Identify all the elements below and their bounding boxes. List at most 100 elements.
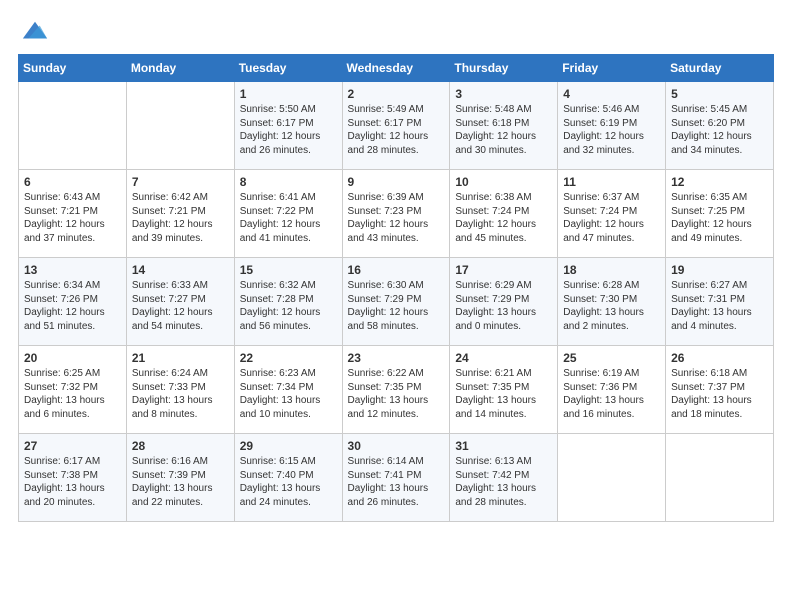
day-number: 10 (455, 174, 552, 190)
day-number: 5 (671, 86, 768, 102)
calendar-cell (558, 434, 666, 522)
day-number: 6 (24, 174, 121, 190)
day-number: 8 (240, 174, 337, 190)
day-number: 15 (240, 262, 337, 278)
calendar-cell: 15Sunrise: 6:32 AMSunset: 7:28 PMDayligh… (234, 258, 342, 346)
day-number: 26 (671, 350, 768, 366)
day-info: Sunrise: 6:39 AMSunset: 7:23 PMDaylight:… (348, 191, 445, 245)
calendar-cell: 2Sunrise: 5:49 AMSunset: 6:17 PMDaylight… (342, 82, 450, 170)
day-info: Sunrise: 5:46 AMSunset: 6:19 PMDaylight:… (563, 103, 660, 157)
calendar-cell (19, 82, 127, 170)
calendar-row-1: 1Sunrise: 5:50 AMSunset: 6:17 PMDaylight… (19, 82, 774, 170)
day-number: 12 (671, 174, 768, 190)
page: SundayMondayTuesdayWednesdayThursdayFrid… (0, 0, 792, 532)
calendar-table: SundayMondayTuesdayWednesdayThursdayFrid… (18, 54, 774, 522)
calendar-cell: 30Sunrise: 6:14 AMSunset: 7:41 PMDayligh… (342, 434, 450, 522)
weekday-header-saturday: Saturday (666, 55, 774, 82)
day-number: 30 (348, 438, 445, 454)
day-info: Sunrise: 6:22 AMSunset: 7:35 PMDaylight:… (348, 367, 445, 421)
day-info: Sunrise: 6:18 AMSunset: 7:37 PMDaylight:… (671, 367, 768, 421)
day-number: 14 (132, 262, 229, 278)
day-info: Sunrise: 6:43 AMSunset: 7:21 PMDaylight:… (24, 191, 121, 245)
weekday-header-tuesday: Tuesday (234, 55, 342, 82)
calendar-cell: 10Sunrise: 6:38 AMSunset: 7:24 PMDayligh… (450, 170, 558, 258)
day-info: Sunrise: 6:28 AMSunset: 7:30 PMDaylight:… (563, 279, 660, 333)
day-number: 28 (132, 438, 229, 454)
day-info: Sunrise: 5:50 AMSunset: 6:17 PMDaylight:… (240, 103, 337, 157)
calendar-cell: 12Sunrise: 6:35 AMSunset: 7:25 PMDayligh… (666, 170, 774, 258)
calendar-cell: 8Sunrise: 6:41 AMSunset: 7:22 PMDaylight… (234, 170, 342, 258)
day-info: Sunrise: 6:30 AMSunset: 7:29 PMDaylight:… (348, 279, 445, 333)
day-info: Sunrise: 6:29 AMSunset: 7:29 PMDaylight:… (455, 279, 552, 333)
calendar-cell: 31Sunrise: 6:13 AMSunset: 7:42 PMDayligh… (450, 434, 558, 522)
calendar-cell: 24Sunrise: 6:21 AMSunset: 7:35 PMDayligh… (450, 346, 558, 434)
day-number: 22 (240, 350, 337, 366)
day-info: Sunrise: 6:19 AMSunset: 7:36 PMDaylight:… (563, 367, 660, 421)
day-info: Sunrise: 6:14 AMSunset: 7:41 PMDaylight:… (348, 455, 445, 509)
calendar-cell: 18Sunrise: 6:28 AMSunset: 7:30 PMDayligh… (558, 258, 666, 346)
calendar-cell: 7Sunrise: 6:42 AMSunset: 7:21 PMDaylight… (126, 170, 234, 258)
calendar-cell: 14Sunrise: 6:33 AMSunset: 7:27 PMDayligh… (126, 258, 234, 346)
calendar-cell: 25Sunrise: 6:19 AMSunset: 7:36 PMDayligh… (558, 346, 666, 434)
day-info: Sunrise: 6:25 AMSunset: 7:32 PMDaylight:… (24, 367, 121, 421)
day-number: 16 (348, 262, 445, 278)
day-number: 2 (348, 86, 445, 102)
day-number: 23 (348, 350, 445, 366)
day-info: Sunrise: 6:38 AMSunset: 7:24 PMDaylight:… (455, 191, 552, 245)
day-number: 7 (132, 174, 229, 190)
header (18, 18, 774, 46)
logo-icon (21, 18, 49, 46)
day-info: Sunrise: 6:17 AMSunset: 7:38 PMDaylight:… (24, 455, 121, 509)
weekday-header-friday: Friday (558, 55, 666, 82)
day-number: 18 (563, 262, 660, 278)
day-number: 17 (455, 262, 552, 278)
day-number: 20 (24, 350, 121, 366)
calendar-cell: 5Sunrise: 5:45 AMSunset: 6:20 PMDaylight… (666, 82, 774, 170)
day-number: 21 (132, 350, 229, 366)
day-number: 19 (671, 262, 768, 278)
calendar-cell: 28Sunrise: 6:16 AMSunset: 7:39 PMDayligh… (126, 434, 234, 522)
day-info: Sunrise: 6:24 AMSunset: 7:33 PMDaylight:… (132, 367, 229, 421)
day-number: 1 (240, 86, 337, 102)
calendar-row-2: 6Sunrise: 6:43 AMSunset: 7:21 PMDaylight… (19, 170, 774, 258)
calendar-cell: 4Sunrise: 5:46 AMSunset: 6:19 PMDaylight… (558, 82, 666, 170)
day-info: Sunrise: 6:16 AMSunset: 7:39 PMDaylight:… (132, 455, 229, 509)
day-info: Sunrise: 6:33 AMSunset: 7:27 PMDaylight:… (132, 279, 229, 333)
day-info: Sunrise: 6:27 AMSunset: 7:31 PMDaylight:… (671, 279, 768, 333)
logo (18, 18, 49, 46)
day-number: 29 (240, 438, 337, 454)
day-info: Sunrise: 6:42 AMSunset: 7:21 PMDaylight:… (132, 191, 229, 245)
day-number: 11 (563, 174, 660, 190)
day-info: Sunrise: 5:48 AMSunset: 6:18 PMDaylight:… (455, 103, 552, 157)
calendar-cell: 1Sunrise: 5:50 AMSunset: 6:17 PMDaylight… (234, 82, 342, 170)
calendar-cell: 21Sunrise: 6:24 AMSunset: 7:33 PMDayligh… (126, 346, 234, 434)
day-number: 27 (24, 438, 121, 454)
day-info: Sunrise: 6:32 AMSunset: 7:28 PMDaylight:… (240, 279, 337, 333)
calendar-cell: 3Sunrise: 5:48 AMSunset: 6:18 PMDaylight… (450, 82, 558, 170)
calendar-cell: 26Sunrise: 6:18 AMSunset: 7:37 PMDayligh… (666, 346, 774, 434)
calendar-cell: 17Sunrise: 6:29 AMSunset: 7:29 PMDayligh… (450, 258, 558, 346)
calendar-cell: 6Sunrise: 6:43 AMSunset: 7:21 PMDaylight… (19, 170, 127, 258)
calendar-cell (126, 82, 234, 170)
day-number: 9 (348, 174, 445, 190)
weekday-header-wednesday: Wednesday (342, 55, 450, 82)
calendar-row-3: 13Sunrise: 6:34 AMSunset: 7:26 PMDayligh… (19, 258, 774, 346)
day-number: 31 (455, 438, 552, 454)
day-info: Sunrise: 6:34 AMSunset: 7:26 PMDaylight:… (24, 279, 121, 333)
calendar-row-5: 27Sunrise: 6:17 AMSunset: 7:38 PMDayligh… (19, 434, 774, 522)
day-number: 25 (563, 350, 660, 366)
calendar-cell: 13Sunrise: 6:34 AMSunset: 7:26 PMDayligh… (19, 258, 127, 346)
day-info: Sunrise: 6:23 AMSunset: 7:34 PMDaylight:… (240, 367, 337, 421)
day-info: Sunrise: 5:49 AMSunset: 6:17 PMDaylight:… (348, 103, 445, 157)
day-number: 4 (563, 86, 660, 102)
calendar-cell: 11Sunrise: 6:37 AMSunset: 7:24 PMDayligh… (558, 170, 666, 258)
day-info: Sunrise: 6:15 AMSunset: 7:40 PMDaylight:… (240, 455, 337, 509)
weekday-header-row: SundayMondayTuesdayWednesdayThursdayFrid… (19, 55, 774, 82)
calendar-cell: 19Sunrise: 6:27 AMSunset: 7:31 PMDayligh… (666, 258, 774, 346)
day-info: Sunrise: 6:21 AMSunset: 7:35 PMDaylight:… (455, 367, 552, 421)
calendar-row-4: 20Sunrise: 6:25 AMSunset: 7:32 PMDayligh… (19, 346, 774, 434)
weekday-header-sunday: Sunday (19, 55, 127, 82)
calendar-cell: 22Sunrise: 6:23 AMSunset: 7:34 PMDayligh… (234, 346, 342, 434)
day-info: Sunrise: 6:35 AMSunset: 7:25 PMDaylight:… (671, 191, 768, 245)
day-info: Sunrise: 6:41 AMSunset: 7:22 PMDaylight:… (240, 191, 337, 245)
